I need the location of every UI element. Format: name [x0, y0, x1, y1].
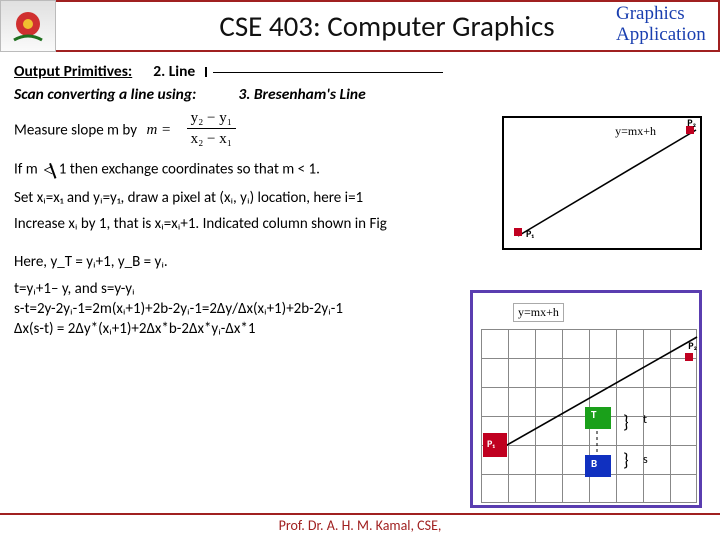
fig1-point-p1-icon	[514, 228, 522, 236]
fig2-label-t: T	[591, 408, 596, 421]
fig2-label-small-t: t	[643, 413, 647, 427]
fig2-t-box-icon	[585, 407, 611, 429]
separator-line-icon	[213, 72, 443, 73]
method-name: 3. Bresenham's Line	[238, 85, 365, 104]
fig2-label-p1: P₁	[487, 437, 495, 450]
item-number: 2. Line	[153, 62, 195, 81]
fig2-point-p2-icon	[685, 353, 693, 361]
tag-line-2: Application	[616, 24, 706, 45]
separator-tick-icon	[205, 67, 207, 77]
figure-bresenham-grid: y=mx+h P₁ T B P₂ } t } s	[470, 290, 702, 508]
fraction-denominator: x₂ − x₁	[187, 129, 236, 149]
fig2-label-p2: P₂	[688, 339, 697, 352]
figure-line-basic: y=mx+h P₁ P₂	[502, 116, 702, 250]
m-equals: m =	[146, 122, 171, 138]
fig2-label-small-s: s	[643, 453, 648, 467]
section-label: Output Primitives:	[14, 62, 132, 81]
section-row: Output Primitives: 2. Line	[14, 62, 706, 81]
fig1-label-p2: P₂	[687, 116, 696, 129]
subtitle: Scan converting a line using:	[14, 85, 196, 104]
brace-s-icon: }	[623, 449, 629, 471]
application-tag: Graphics Application	[610, 0, 720, 50]
fig1-equation: y=mx+h	[615, 124, 656, 139]
logo-icon	[0, 0, 56, 52]
fraction-numerator: y₂ − y₁	[187, 108, 236, 129]
fig2-b-box-icon	[585, 455, 611, 477]
fig2-label-b: B	[591, 457, 597, 470]
brace-t-icon: }	[623, 411, 629, 433]
tag-line-1: Graphics	[616, 3, 685, 24]
fig1-label-p1: P₁	[526, 227, 534, 240]
footer-text: Prof. Dr. A. H. M. Kamal, CSE,	[279, 517, 442, 534]
if-m-post: 1 then exchange coordinates so that m < …	[59, 160, 320, 178]
slope-fraction-icon: y₂ − y₁ x₂ − x₁	[187, 108, 236, 150]
subtitle-row: Scan converting a line using: 3. Bresenh…	[14, 85, 706, 104]
slope-text: Measure slope m by	[14, 121, 137, 139]
line-here: Here, y_T = yᵢ+1, y_B = yᵢ.	[14, 252, 706, 272]
footer-author: Prof. Dr. A. H. M. Kamal, CSE,	[0, 513, 720, 534]
not-less-than-icon: <	[43, 158, 53, 182]
if-m-pre: If m	[14, 160, 38, 178]
